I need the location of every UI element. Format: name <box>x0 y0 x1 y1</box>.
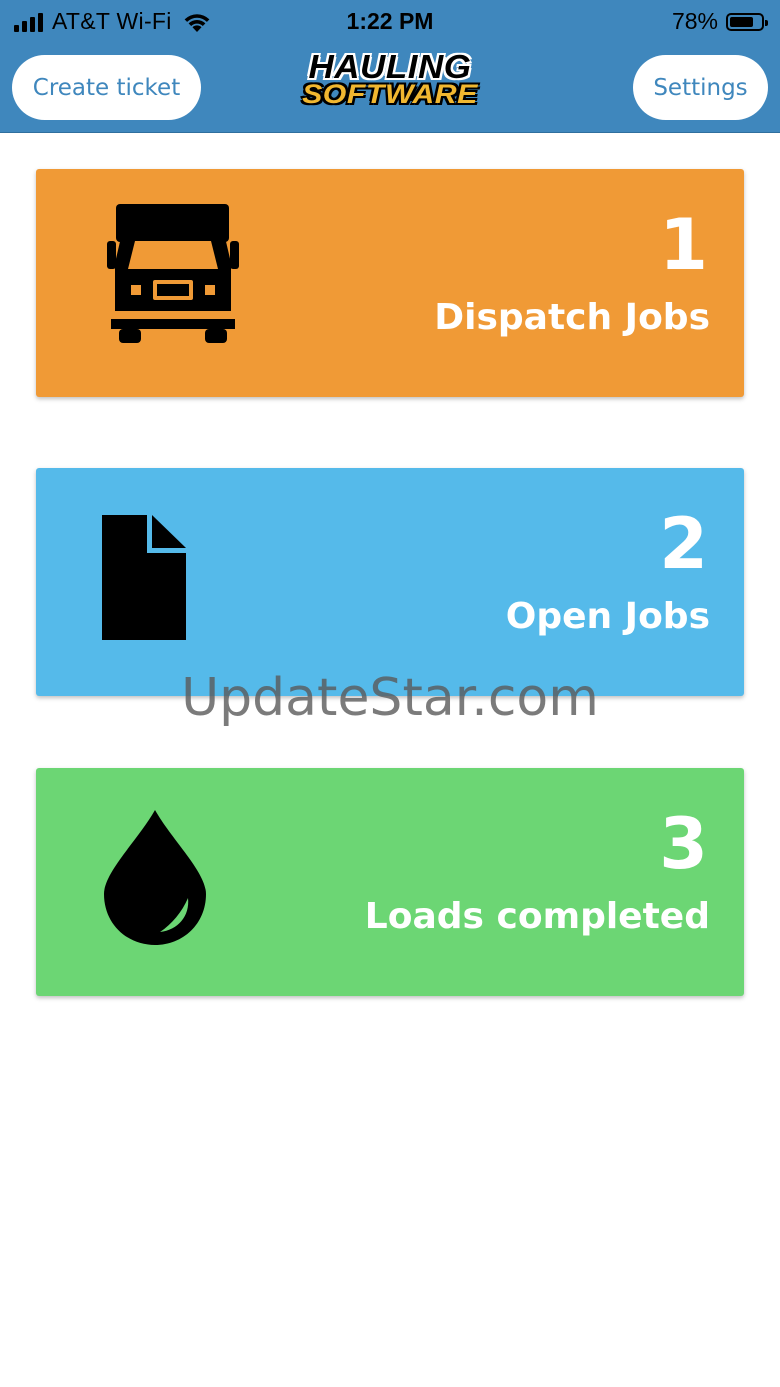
settings-button[interactable]: Settings <box>633 55 768 120</box>
loads-completed-count: 3 <box>659 803 708 885</box>
drop-icon <box>104 810 206 945</box>
battery-icon <box>726 12 768 31</box>
app-header: AT&T Wi-Fi 1:22 PM 78% Create ticket HAU… <box>0 0 780 133</box>
dispatch-jobs-card[interactable]: 1 Dispatch Jobs <box>36 169 744 397</box>
open-jobs-label: Open Jobs <box>505 596 710 637</box>
status-time: 1:22 PM <box>346 8 434 34</box>
battery-level <box>730 16 753 27</box>
open-jobs-card[interactable]: 2 Open Jobs <box>36 468 744 696</box>
status-bar: AT&T Wi-Fi 1:22 PM 78% <box>0 0 780 44</box>
logo-bottom-text: SOFTWARE <box>302 79 478 109</box>
document-icon <box>102 515 186 640</box>
create-ticket-button[interactable]: Create ticket <box>12 55 201 120</box>
open-jobs-count: 2 <box>659 503 708 585</box>
truck-icon <box>107 204 239 343</box>
dispatch-jobs-label: Dispatch Jobs <box>434 297 710 338</box>
loads-completed-label: Loads completed <box>364 896 710 937</box>
hauling-software-logo: HAULING SOFTWARE <box>285 50 495 112</box>
dispatch-jobs-count: 1 <box>659 204 708 286</box>
battery-percent: 78% <box>671 8 718 34</box>
loads-completed-card[interactable]: 3 Loads completed <box>36 768 744 996</box>
status-right: 78% <box>671 8 768 35</box>
